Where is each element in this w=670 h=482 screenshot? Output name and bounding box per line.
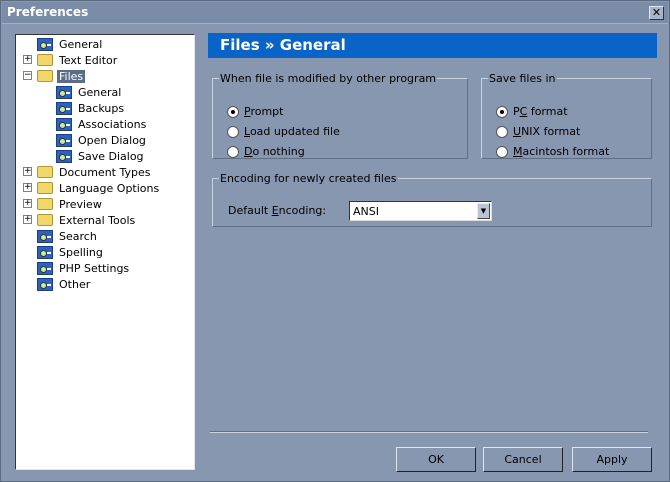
- tree-item-label: Save Dialog: [78, 149, 144, 163]
- radio-option[interactable]: Do nothing: [227, 145, 305, 158]
- folder-icon: [37, 182, 53, 194]
- radio-label: Prompt: [244, 105, 284, 118]
- modified-legend: When file is modified by other program: [220, 72, 437, 85]
- close-icon[interactable]: ✕: [649, 6, 664, 20]
- folder-icon: [37, 54, 53, 66]
- tree-item[interactable]: PHP Settings: [37, 260, 131, 276]
- page-icon: [37, 37, 53, 51]
- radio-label: UNIX format: [513, 125, 581, 138]
- page-icon: [56, 133, 72, 147]
- page-icon: [37, 229, 53, 243]
- encoding-group: Encoding for newly created files Default…: [212, 172, 652, 227]
- tree-item-label: General: [59, 37, 103, 51]
- folder-icon: [37, 198, 53, 210]
- tree-item-label: Search: [59, 229, 97, 243]
- encoding-value: ANSI: [353, 205, 379, 218]
- page-icon: [37, 261, 53, 275]
- cancel-button[interactable]: Cancel: [483, 447, 563, 472]
- expand-icon[interactable]: +: [23, 167, 32, 176]
- encoding-label: Default Encoding:: [228, 204, 327, 217]
- folder-icon: [37, 70, 53, 82]
- tree-item[interactable]: − Files: [23, 68, 86, 84]
- page-icon: [37, 245, 53, 259]
- tree-item[interactable]: + Document Types: [23, 164, 152, 180]
- radio-label: Load updated file: [244, 125, 340, 138]
- tree-item-label: Preview: [59, 197, 102, 211]
- radio-option[interactable]: Macintosh format: [496, 145, 609, 158]
- radio-button[interactable]: [496, 105, 508, 118]
- radio-option[interactable]: UNIX format: [496, 125, 580, 138]
- tree-item-label: PHP Settings: [59, 261, 130, 275]
- expand-icon[interactable]: +: [23, 215, 32, 224]
- folder-icon: [37, 214, 53, 226]
- tree-item-label: Backups: [78, 101, 125, 115]
- page-title: Files » General: [208, 33, 657, 58]
- apply-button[interactable]: Apply: [572, 447, 652, 472]
- tree-item-label: Other: [59, 277, 91, 291]
- page-icon: [56, 149, 72, 163]
- radio-label: PC format: [513, 105, 568, 118]
- tree-item[interactable]: + External Tools: [23, 212, 137, 228]
- radio-button[interactable]: [496, 125, 508, 138]
- tree-item-label: Files: [57, 69, 86, 83]
- tree-item-label: External Tools: [59, 213, 136, 227]
- tree-item-label: Open Dialog: [78, 133, 146, 147]
- tree-item[interactable]: + Text Editor: [23, 52, 119, 68]
- tree-item[interactable]: + Preview: [23, 196, 104, 212]
- chevron-down-icon[interactable]: ▼: [477, 203, 490, 219]
- page-icon: [37, 277, 53, 291]
- tree-item-label: Associations: [78, 117, 147, 131]
- modified-group: When file is modified by other program P…: [212, 72, 468, 159]
- tree-item[interactable]: Save Dialog: [56, 148, 146, 164]
- tree-item[interactable]: Spelling: [37, 244, 105, 260]
- encoding-select[interactable]: ANSI ▼: [349, 201, 492, 221]
- radio-button[interactable]: [227, 145, 239, 158]
- encoding-legend: Encoding for newly created files: [220, 172, 397, 185]
- tree-item[interactable]: General: [37, 36, 104, 52]
- tree-item[interactable]: Associations: [56, 116, 148, 132]
- tree-item-label: Document Types: [59, 165, 151, 179]
- tree-item-label: General: [78, 85, 122, 99]
- page-icon: [56, 117, 72, 131]
- ok-button[interactable]: OK: [396, 447, 476, 472]
- radio-option[interactable]: PC format: [496, 105, 568, 118]
- page-icon: [56, 85, 72, 99]
- tree-item-label: Text Editor: [59, 53, 118, 67]
- title-bar: Preferences ✕: [2, 2, 668, 24]
- collapse-icon[interactable]: −: [23, 71, 32, 80]
- tree-item-label: Language Options: [59, 181, 160, 195]
- expand-icon[interactable]: +: [23, 199, 32, 208]
- radio-button[interactable]: [227, 105, 239, 118]
- save-format-legend: Save files in: [489, 72, 556, 85]
- radio-option[interactable]: Prompt: [227, 105, 283, 118]
- radio-label: Macintosh format: [513, 145, 610, 158]
- tree-item[interactable]: Other: [37, 276, 92, 292]
- expand-icon[interactable]: +: [23, 55, 32, 64]
- separator: [210, 431, 648, 433]
- tree-item[interactable]: General: [56, 84, 123, 100]
- page-icon: [56, 101, 72, 115]
- radio-option[interactable]: Load updated file: [227, 125, 340, 138]
- save-format-group: Save files in PC format UNIX format Macint…: [481, 72, 652, 159]
- tree-item[interactable]: Open Dialog: [56, 132, 148, 148]
- preferences-window: Preferences ✕ General + Text Editor − Files G…: [0, 0, 670, 482]
- tree-item[interactable]: + Language Options: [23, 180, 161, 196]
- tree-item[interactable]: Search: [37, 228, 99, 244]
- folder-icon: [37, 166, 53, 178]
- tree-item[interactable]: Backups: [56, 100, 126, 116]
- window-title: Preferences: [7, 5, 89, 19]
- radio-button[interactable]: [496, 145, 508, 158]
- expand-icon[interactable]: +: [23, 183, 32, 192]
- tree-item-label: Spelling: [59, 245, 103, 259]
- radio-label: Do nothing: [244, 145, 305, 158]
- preferences-tree[interactable]: General + Text Editor − Files General Backups A…: [15, 34, 195, 470]
- radio-button[interactable]: [227, 125, 239, 138]
